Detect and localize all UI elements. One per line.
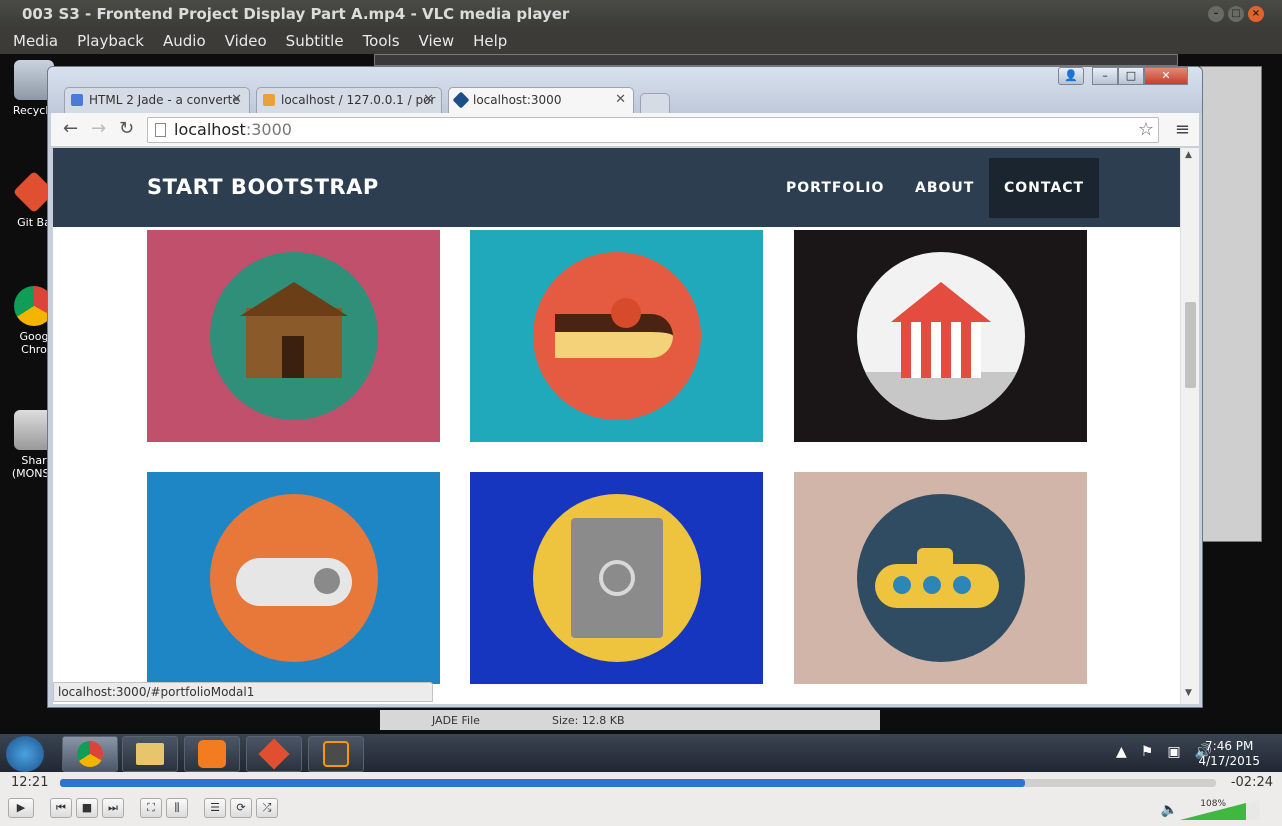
tab-localhost[interactable]: localhost:3000 ✕ [448,87,634,113]
user-profile-icon[interactable]: 👤 [1058,67,1084,85]
elapsed-time[interactable]: 12:21 [11,775,48,790]
chrome-close-button[interactable]: ✕ [1144,67,1188,85]
remaining-time[interactable]: -02:24 [1231,775,1273,790]
page-scrollbar[interactable]: ▲ ▼ [1180,148,1199,704]
bookmark-star-icon[interactable]: ☆ [1138,118,1154,142]
chrome-icon [77,741,103,767]
maximize-button[interactable]: □ [1228,6,1244,22]
menu-help[interactable]: Help [473,28,507,54]
tab-close-icon[interactable]: ✕ [231,88,242,112]
cabin-icon [209,252,378,420]
taskbar-chrome[interactable] [62,736,118,772]
new-tab-button[interactable] [640,93,670,113]
close-button[interactable]: × [1248,6,1264,22]
google-favicon-icon [71,94,83,106]
chrome-minimize-button[interactable]: – [1092,67,1118,85]
tab-html2jade[interactable]: HTML 2 Jade - a converte ✕ [64,87,250,113]
flag-icon[interactable]: ⚑ [1141,744,1154,760]
chrome-maximize-button[interactable]: □ [1118,67,1144,85]
window-title: 003 S3 - Frontend Project Display Part A… [22,5,570,23]
portfolio-item-cabin[interactable] [147,230,440,442]
loop-button[interactable]: ⟳ [230,798,252,818]
phpmyadmin-favicon-icon [263,94,275,106]
taskbar-clock[interactable]: 7:46 PM 4/17/2015 [1198,739,1260,769]
play-button[interactable]: ▶ [8,798,34,818]
scroll-thumb[interactable] [1185,302,1196,388]
next-button[interactable]: ⏭ [102,798,124,818]
seek-progress [60,779,1026,787]
menu-playback[interactable]: Playback [77,28,144,54]
vlc-controls: 12:21 -02:24 ▶ ⏮ ■ ⏭ ⛶ ⫼ ☰ ⟳ ⤮ 🔈 108% [0,772,1282,826]
nav-contact[interactable]: CONTACT [989,158,1100,218]
forward-arrow-icon[interactable]: → [91,118,106,139]
vlc-title-bar: 003 S3 - Frontend Project Display Part A… [0,0,1282,28]
background-file-info: JADE File Size: 12.8 KB [380,710,880,730]
shuffle-button[interactable]: ⤮ [256,798,278,818]
network-icon[interactable]: ▣ [1167,744,1180,760]
menu-audio[interactable]: Audio [163,28,206,54]
minimize-button[interactable]: – [1208,6,1224,22]
chrome-window: HTML 2 Jade - a converte ✕ localhost / 1… [47,66,1203,708]
previous-button[interactable]: ⏮ [50,798,72,818]
menu-media[interactable]: Media [13,28,58,54]
portfolio-item-cake[interactable] [470,230,763,442]
menu-video[interactable]: Video [225,28,267,54]
portfolio-item-circus[interactable] [794,230,1087,442]
volume-slider[interactable] [1180,798,1260,820]
folder-icon [136,743,164,765]
scroll-down-arrow-icon[interactable]: ▼ [1185,688,1192,698]
safe-icon [532,494,701,662]
taskbar-sublime[interactable] [308,736,364,772]
page-icon [155,123,166,137]
background-window-right [1200,66,1262,542]
site-navbar: START BOOTSTRAP PORTFOLIO ABOUT CONTACT [53,148,1180,227]
portfolio-item-game[interactable] [147,472,440,684]
circus-tent-icon [856,252,1025,420]
vlc-menubar: Media Playback Audio Video Subtitle Tool… [0,28,1282,54]
nav-about[interactable]: ABOUT [900,158,989,218]
tab-strip: HTML 2 Jade - a converte ✕ localhost / 1… [48,67,1202,113]
page-viewport: START BOOTSTRAP PORTFOLIO ABOUT CONTACT [53,148,1199,704]
game-controller-icon [209,494,378,662]
taskbar-xampp[interactable] [184,736,240,772]
menu-view[interactable]: View [419,28,455,54]
address-bar[interactable]: localhost:3000 ☆ [147,117,1159,143]
playlist-button[interactable]: ☰ [204,798,226,818]
reload-icon[interactable]: ↻ [119,118,134,139]
fullscreen-button[interactable]: ⛶ [140,798,162,818]
taskbar-explorer[interactable] [122,736,178,772]
sublime-text-icon [323,741,349,767]
background-window [374,54,1178,66]
scroll-up-arrow-icon[interactable]: ▲ [1185,150,1192,160]
bootstrap-favicon-icon [452,91,470,109]
back-arrow-icon[interactable]: ← [63,118,78,139]
tray-arrow-icon[interactable]: ▲ [1116,744,1127,760]
link-status-bubble: localhost:3000/#portfolioModal1 [53,682,433,702]
volume-speaker-icon[interactable]: 🔈 [1161,802,1178,818]
chrome-menu-icon[interactable]: ≡ [1175,119,1190,140]
brand-link[interactable]: START BOOTSTRAP [147,175,379,199]
tab-phpmyadmin[interactable]: localhost / 127.0.0.1 / por ✕ [256,87,442,113]
xampp-icon [198,740,226,768]
windows-taskbar: ▲ ⚑ ▣ 🔊 7:46 PM 4/17/2015 [0,734,1282,774]
tab-close-icon[interactable]: ✕ [423,88,434,112]
portfolio-item-submarine[interactable] [794,472,1087,684]
submarine-icon [856,494,1025,662]
taskbar-git[interactable] [246,736,302,772]
stop-button[interactable]: ■ [76,798,98,818]
menu-subtitle[interactable]: Subtitle [286,28,344,54]
browser-toolbar: ← → ↻ localhost:3000 ☆ ≡ [51,113,1199,147]
portfolio-item-safe[interactable] [470,472,763,684]
menu-tools[interactable]: Tools [363,28,400,54]
git-icon [258,738,290,770]
extended-settings-button[interactable]: ⫼ [166,798,188,818]
nav-portfolio[interactable]: PORTFOLIO [771,158,899,218]
tab-close-icon[interactable]: ✕ [615,88,626,112]
seek-slider[interactable] [60,779,1216,787]
windows-start-button[interactable] [6,736,44,772]
cake-icon [532,252,701,420]
